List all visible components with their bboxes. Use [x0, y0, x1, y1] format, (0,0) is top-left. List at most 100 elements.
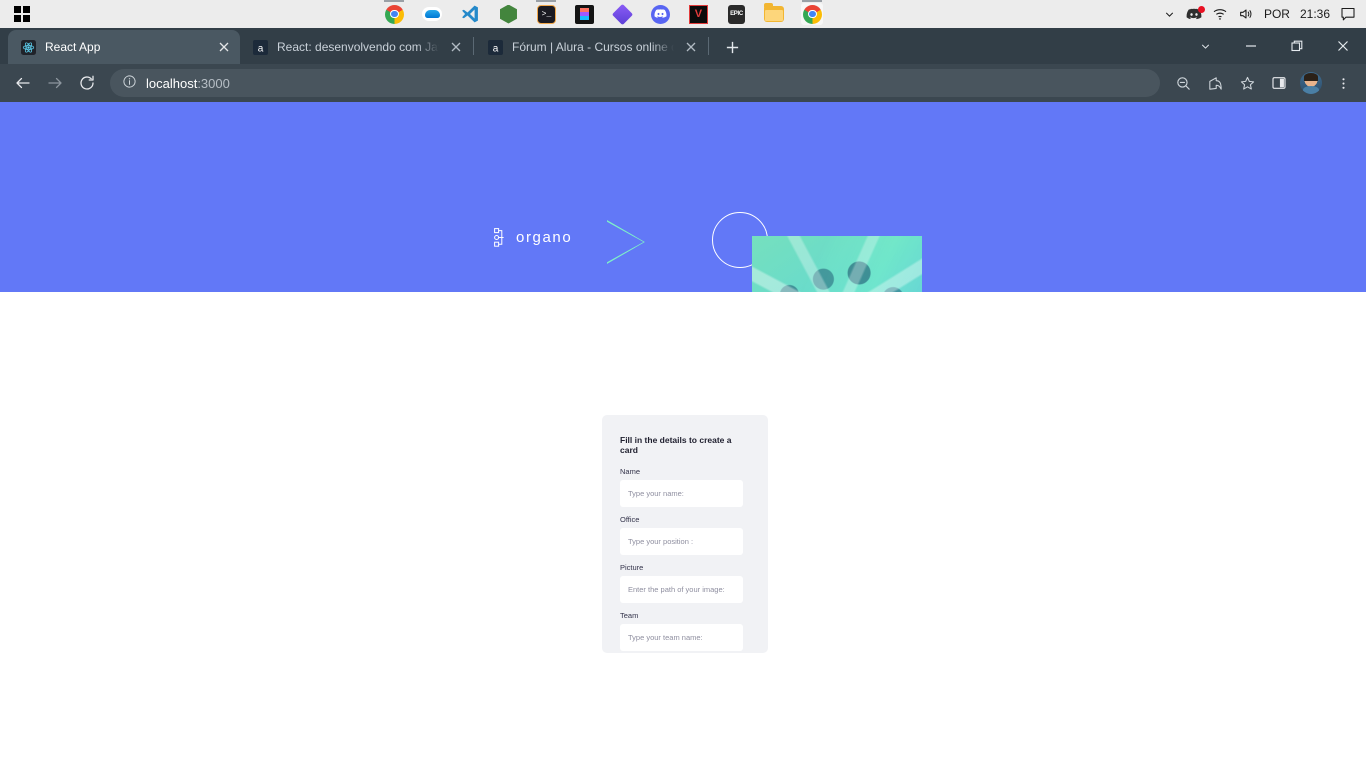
taskbar-app-vscode[interactable] — [459, 3, 481, 25]
tab-react-app[interactable]: React App — [8, 30, 240, 64]
arrow-right-icon — [48, 77, 62, 89]
field-label-name: Name — [620, 467, 641, 476]
close-icon — [1338, 41, 1348, 51]
tray-overflow-chevron-icon[interactable] — [1163, 8, 1176, 21]
tab-divider — [473, 37, 474, 55]
windows-logo-icon — [14, 6, 30, 22]
chrome-icon-active — [802, 4, 822, 24]
folder-icon — [764, 3, 785, 22]
organo-logo[interactable]: organo — [494, 228, 572, 247]
notification-center-icon[interactable] — [1340, 7, 1356, 22]
tab-forum-alura[interactable]: a Fórum | Alura - Cursos online de — [475, 30, 707, 64]
terminal-icon: >_ — [536, 4, 556, 24]
chrome-icon — [384, 4, 404, 24]
form-heading: Fill in the details to create a card — [620, 435, 732, 455]
share-icon — [1208, 76, 1222, 90]
play-triangle-decoration — [607, 220, 645, 264]
start-button[interactable] — [0, 0, 44, 28]
side-panel-icon — [1272, 77, 1286, 89]
chevron-down-icon — [1201, 44, 1209, 49]
figma-icon — [574, 4, 594, 24]
taskbar-app-file-explorer[interactable] — [763, 3, 785, 25]
taskbar-app-affinity[interactable] — [611, 3, 634, 25]
minimize-button[interactable] — [1228, 28, 1274, 64]
chrome-menu-button[interactable] — [1328, 68, 1358, 98]
tab-divider — [708, 37, 709, 55]
taskbar-app-nodejs[interactable] — [497, 3, 519, 25]
hero-banner: organo Pessoas e times organizados em um… — [0, 102, 1366, 292]
tray-language[interactable]: POR — [1264, 7, 1290, 21]
taskbar-app-figma[interactable] — [573, 3, 595, 25]
organo-logo-text: organo — [516, 229, 573, 246]
profile-button[interactable] — [1296, 68, 1326, 98]
picture-input[interactable] — [620, 576, 743, 603]
avatar — [1300, 72, 1322, 94]
url-host: localhost — [146, 75, 198, 91]
back-button[interactable] — [8, 68, 38, 98]
three-dots-icon — [1341, 77, 1345, 89]
reload-button[interactable] — [72, 68, 102, 98]
tab-react-course[interactable]: a React: desenvolvendo com JavaS — [240, 30, 472, 64]
tab-close-icon[interactable] — [683, 39, 699, 55]
site-information-icon[interactable] — [122, 74, 137, 92]
bookmark-button[interactable] — [1232, 68, 1262, 98]
discord-icon — [650, 4, 670, 24]
tray-clock[interactable]: 21:36 — [1300, 7, 1330, 21]
tab-close-icon[interactable] — [216, 39, 232, 55]
onedrive-icon — [422, 7, 443, 21]
taskbar-app-vim[interactable]: V — [687, 3, 709, 25]
team-input[interactable] — [620, 624, 743, 651]
field-office: Office — [620, 515, 750, 555]
vscode-icon — [462, 5, 479, 23]
minimize-icon — [1246, 45, 1256, 47]
field-name: Name — [620, 467, 750, 507]
browser-toolbar: localhost:3000 — [0, 64, 1366, 102]
maximize-button[interactable] — [1274, 28, 1320, 64]
field-label-office: Office — [620, 515, 640, 524]
restore-icon — [1291, 40, 1303, 52]
affinity-designer-icon — [611, 3, 634, 25]
office-input[interactable] — [620, 528, 743, 555]
field-team: Team — [620, 611, 750, 651]
tab-close-icon[interactable] — [448, 39, 464, 55]
reload-icon — [80, 75, 94, 90]
discord-glyph-icon — [654, 9, 667, 18]
taskbar-app-chrome[interactable] — [383, 0, 405, 25]
chrome-window: React App a React: desenvolvendo com Jav… — [0, 28, 1366, 768]
new-tab-button[interactable] — [718, 33, 746, 61]
tab-search-button[interactable] — [1182, 28, 1228, 64]
arrow-left-icon — [16, 77, 30, 89]
share-button[interactable] — [1200, 68, 1230, 98]
name-input[interactable] — [620, 480, 743, 507]
epic-games-icon: EPIC — [727, 4, 745, 24]
field-label-picture: Picture — [620, 563, 644, 572]
svg-text:a: a — [257, 43, 263, 54]
taskbar-app-discord[interactable] — [649, 3, 671, 25]
nodejs-icon — [499, 4, 517, 24]
taskbar-app-epic-games[interactable]: EPIC — [725, 3, 747, 25]
wifi-icon[interactable] — [1212, 7, 1228, 21]
window-controls — [1182, 28, 1366, 64]
alura-logo-icon: a — [252, 39, 268, 55]
hero-photo-arms — [752, 236, 922, 292]
side-panel-button[interactable] — [1264, 68, 1294, 98]
taskbar-app-chrome-active[interactable] — [801, 0, 824, 25]
notification-badge — [1197, 5, 1205, 13]
tab-title: React App — [45, 40, 101, 54]
field-picture: Picture — [620, 563, 750, 603]
tab-title: React: desenvolvendo com JavaS — [277, 40, 439, 54]
zoom-button[interactable] — [1168, 68, 1198, 98]
plus-icon — [726, 41, 738, 53]
taskbar-app-onedrive[interactable] — [421, 3, 443, 25]
volume-icon[interactable] — [1238, 7, 1254, 21]
react-logo-icon — [20, 39, 36, 55]
system-tray: POR 21:36 — [1163, 0, 1366, 28]
tab-strip: React App a React: desenvolvendo com Jav… — [0, 28, 1366, 64]
address-bar[interactable]: localhost:3000 — [110, 69, 1160, 97]
create-card-form: Fill in the details to create a card Nam… — [602, 415, 768, 653]
address-bar-url: localhost:3000 — [146, 76, 230, 91]
close-window-button[interactable] — [1320, 28, 1366, 64]
taskbar-app-terminal[interactable]: >_ — [535, 0, 557, 25]
forward-button[interactable] — [40, 68, 70, 98]
tray-discord-icon[interactable] — [1186, 5, 1205, 21]
